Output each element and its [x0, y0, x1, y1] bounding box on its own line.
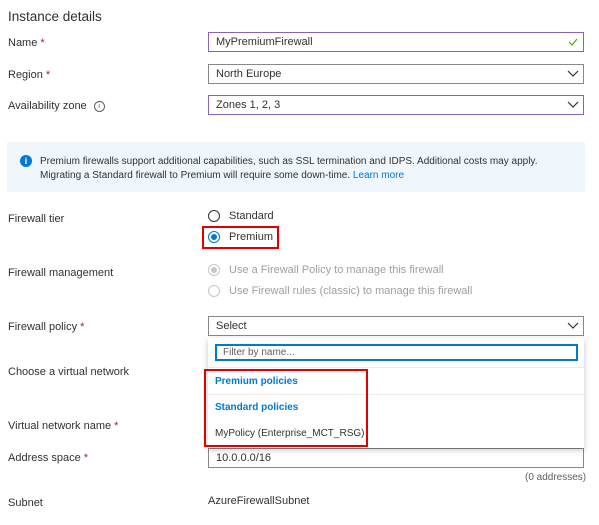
tier-standard-label: Standard — [229, 210, 274, 222]
address-count-note: (0 addresses) — [525, 472, 587, 483]
firewall-management-label: Firewall management — [8, 267, 114, 279]
learn-more-link[interactable]: Learn more — [353, 170, 404, 181]
highlight-box — [204, 369, 368, 447]
firewall-policy-select[interactable]: Select — [208, 316, 584, 336]
management-classic-label: Use Firewall rules (classic) to manage t… — [229, 285, 473, 297]
virtual-network-label: Choose a virtual network — [8, 366, 130, 378]
firewall-policy-label: Firewall policy * — [8, 321, 85, 333]
section-title: Instance details — [8, 9, 102, 24]
virtual-network-name-label: Virtual network name * — [8, 420, 119, 432]
check-icon — [568, 38, 578, 46]
availability-zone-value: Zones 1, 2, 3 — [216, 99, 281, 111]
region-label: Region * — [8, 69, 51, 81]
chevron-down-icon — [567, 101, 579, 108]
divider — [208, 367, 584, 368]
name-input[interactable]: MyPremiumFirewall — [208, 32, 584, 52]
firewall-policy-value: Select — [216, 320, 247, 332]
info-text: Premium firewalls support additional cap… — [40, 156, 538, 181]
address-space-input[interactable]: 10.0.0.0/16 — [208, 448, 584, 468]
subnet-label: Subnet — [8, 497, 43, 509]
chevron-down-icon — [567, 322, 579, 329]
availability-zone-label: Availability zone i — [8, 100, 105, 112]
name-label: Name * — [8, 37, 45, 49]
address-space-label: Address space * — [8, 452, 89, 464]
filter-input[interactable]: Filter by name... — [215, 344, 578, 361]
management-policy-radio[interactable] — [208, 264, 220, 276]
region-value: North Europe — [216, 68, 282, 80]
region-select[interactable]: North Europe — [208, 64, 584, 84]
tier-standard-radio[interactable] — [208, 210, 220, 222]
name-value: MyPremiumFirewall — [216, 36, 313, 48]
availability-zone-select[interactable]: Zones 1, 2, 3 — [208, 95, 584, 115]
subnet-value: AzureFirewallSubnet — [208, 495, 310, 507]
address-space-value: 10.0.0.0/16 — [216, 452, 272, 464]
info-icon[interactable]: i — [93, 101, 105, 112]
firewall-tier-label: Firewall tier — [8, 213, 65, 225]
highlight-box — [202, 226, 279, 249]
premium-info-bar: i Premium firewalls support additional c… — [7, 142, 585, 192]
chevron-down-icon — [567, 70, 579, 77]
management-policy-label: Use a Firewall Policy to manage this fir… — [229, 264, 444, 276]
info-icon: i — [20, 155, 32, 167]
management-classic-radio[interactable] — [208, 285, 220, 297]
